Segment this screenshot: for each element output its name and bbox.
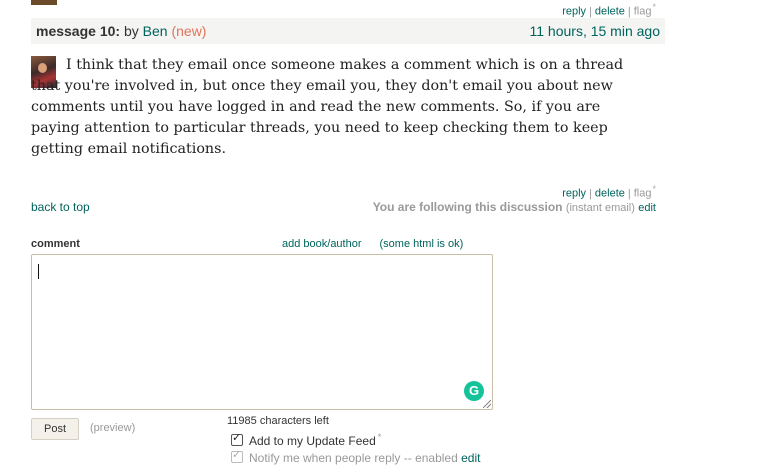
comment-textarea[interactable]: G [31,254,493,410]
comment-label: comment [31,238,80,250]
message-header-left: message 10: by Ben (new) [36,18,206,44]
add-book-author-link[interactable]: add book/author [282,238,362,250]
resize-handle-icon[interactable] [483,400,491,408]
message-body: I think that they email once someone mak… [31,57,624,157]
update-feed-label: Add to my Update Feed [249,434,376,448]
back-to-top-link[interactable]: back to top [31,200,90,214]
update-feed-star: * [377,432,382,442]
notify-edit-link[interactable]: edit [461,451,480,465]
flag-star: * [652,2,656,12]
preview-link[interactable]: (preview) [90,422,135,434]
separator: | [627,5,631,18]
post-button[interactable]: Post [31,418,79,440]
author-link[interactable]: Ben [143,23,168,39]
characters-left: 11985 characters left [227,415,329,427]
notify-label: Notify me when people reply -- enabled [249,451,458,465]
notify-checkbox [231,448,243,463]
html-ok-link[interactable]: (some html is ok) [380,238,464,250]
message-header: message 10: by Ben (new) 11 hours, 15 mi… [31,18,665,44]
message-actions: reply | delete | flag* [562,184,656,200]
text-caret [38,264,39,279]
separator: | [589,187,592,200]
previous-message-avatar [31,0,57,5]
delete-link[interactable]: delete [595,188,625,200]
following-edit-link[interactable]: edit [638,202,656,214]
message-timestamp[interactable]: 11 hours, 15 min ago [530,18,661,44]
separator: | [589,5,592,18]
flag-link[interactable]: flag [634,6,652,18]
flag-link[interactable]: flag [634,188,652,200]
update-feed-checkbox[interactable] [231,431,243,446]
update-feed-option[interactable]: Add to my Update Feed* [231,431,382,448]
new-tag: (new) [171,23,207,39]
previous-message-actions: reply | delete | flag* [562,2,656,18]
reply-link[interactable]: reply [562,188,586,200]
flag-star: * [652,184,656,194]
delete-link[interactable]: delete [595,6,625,18]
following-text: You are following this discussion [372,200,563,214]
grammarly-icon[interactable]: G [464,381,484,401]
separator: | [627,187,631,200]
by-label: by [123,23,139,39]
following-status: You are following this discussion (insta… [373,200,656,214]
comment-links: add book/author (some html is ok) [282,238,463,250]
message-number: message 10: [36,23,121,39]
following-mode: (instant email) [565,202,635,214]
notify-option: Notify me when people reply -- enabled e… [231,448,480,465]
reply-link[interactable]: reply [562,6,586,18]
